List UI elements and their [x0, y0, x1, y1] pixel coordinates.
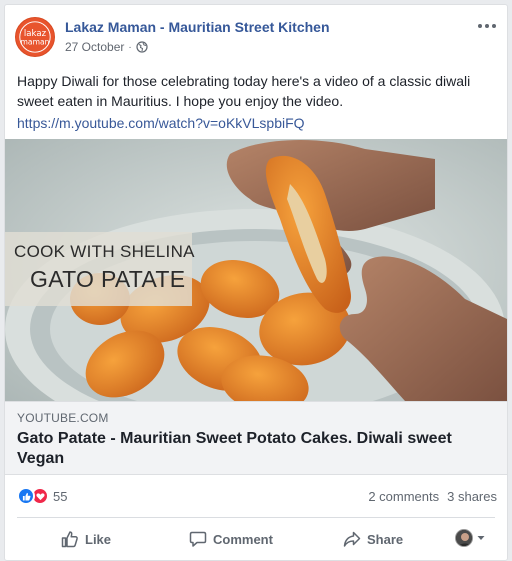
actions-divider — [17, 517, 495, 518]
link-title[interactable]: Gato Patate - Mauritian Sweet Potato Cak… — [17, 429, 495, 469]
video-title-overlay: COOK WITH SHELINA GATO PATATE — [5, 232, 195, 306]
share-icon — [343, 531, 361, 547]
overlay-line2: GATO PATATE — [30, 266, 186, 292]
post-header: lakaz maman Lakaz Maman - Mauritian Stre… — [5, 5, 507, 67]
meta-separator: · — [128, 41, 132, 53]
thumbs-up-icon — [61, 531, 78, 548]
user-avatar — [455, 529, 473, 547]
overlay-line1: COOK WITH SHELINA — [14, 242, 195, 261]
svg-text:maman: maman — [21, 38, 50, 47]
react-as-selector[interactable] — [455, 529, 486, 547]
more-options-icon[interactable] — [477, 19, 497, 33]
globe-icon — [136, 41, 148, 53]
chevron-down-icon — [477, 536, 485, 540]
post-meta: 27 October · — [65, 40, 148, 54]
post-date[interactable]: 27 October — [65, 40, 124, 54]
reactions-summary[interactable]: 55 — [17, 487, 67, 505]
action-bar: Like Comment Share — [5, 519, 507, 559]
page-name-link[interactable]: Lakaz Maman - Mauritian Street Kitchen — [65, 19, 330, 35]
link-preview[interactable]: YOUTUBE.COM Gato Patate - Mauritian Swee… — [5, 401, 507, 475]
page-logo: lakaz maman — [16, 18, 54, 56]
like-label: Like — [85, 531, 112, 547]
post-text: Happy Diwali for those celebrating today… — [17, 73, 471, 109]
post-url-link[interactable]: https://m.youtube.com/watch?v=oKkVLspbiF… — [17, 114, 305, 132]
comment-icon — [189, 531, 207, 547]
link-domain: YOUTUBE.COM — [17, 411, 109, 425]
post-card: lakaz maman Lakaz Maman - Mauritian Stre… — [4, 4, 508, 561]
comment-share-counts: 2 comments 3 shares — [368, 489, 497, 504]
like-button[interactable]: Like — [61, 527, 111, 551]
page-avatar[interactable]: lakaz maman — [15, 17, 55, 57]
shares-count-link[interactable]: 3 shares — [447, 489, 497, 504]
reaction-count[interactable]: 55 — [53, 489, 67, 504]
post-stats: 55 2 comments 3 shares — [5, 475, 507, 517]
share-button[interactable]: Share — [343, 527, 403, 551]
video-thumbnail[interactable]: COOK WITH SHELINA GATO PATATE — [5, 139, 507, 401]
share-label: Share — [367, 531, 404, 547]
comment-button[interactable]: Comment — [189, 527, 273, 551]
comments-count-link[interactable]: 2 comments — [368, 489, 439, 504]
like-reaction-icon — [17, 487, 35, 505]
comment-label: Comment — [213, 531, 273, 547]
